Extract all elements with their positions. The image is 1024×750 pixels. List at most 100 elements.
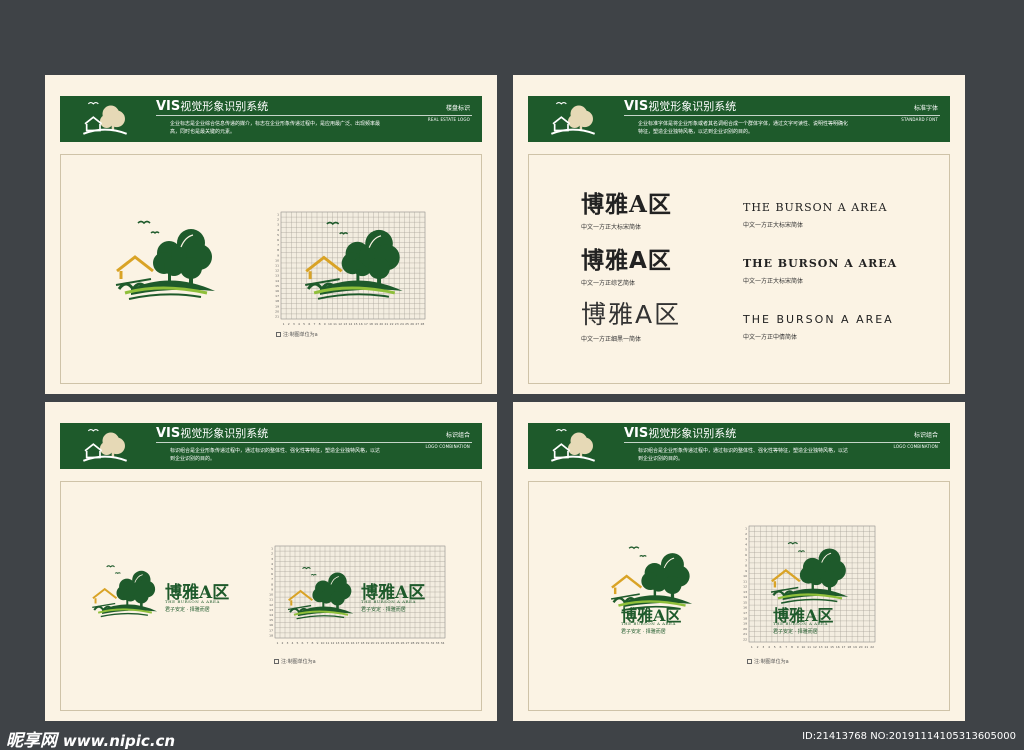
- svg-text:8: 8: [745, 564, 747, 568]
- svg-text:6: 6: [780, 645, 782, 649]
- svg-text:11: 11: [326, 641, 330, 645]
- section-description: 标识组合是企业形象传递过程中，通过标识的整体性、强化性等特征，塑造企业独特风格，…: [638, 448, 849, 462]
- combo-slogan: 君子安定 · 择雅而居: [621, 629, 666, 635]
- svg-text:5: 5: [297, 641, 299, 645]
- svg-text:20: 20: [743, 627, 747, 631]
- header-rule: [156, 442, 472, 443]
- svg-text:22: 22: [743, 637, 747, 641]
- svg-text:15: 15: [275, 284, 279, 288]
- combo-en: THE BURSON A AREA: [165, 599, 220, 604]
- vis-title: VIS视觉形象识别系统: [156, 426, 269, 441]
- svg-text:16: 16: [743, 606, 747, 610]
- svg-text:7: 7: [785, 645, 787, 649]
- svg-text:14: 14: [341, 641, 345, 645]
- svg-text:18: 18: [369, 322, 373, 326]
- svg-text:3: 3: [745, 537, 747, 541]
- svg-text:20: 20: [379, 322, 383, 326]
- svg-text:28: 28: [421, 322, 425, 326]
- svg-text:10: 10: [275, 258, 279, 262]
- svg-text:4: 4: [271, 562, 273, 566]
- svg-text:8: 8: [312, 641, 314, 645]
- svg-text:5: 5: [745, 548, 747, 552]
- house-tree-logo-icon: [111, 213, 221, 313]
- svg-text:11: 11: [743, 579, 747, 583]
- svg-text:5: 5: [277, 233, 279, 237]
- vis-title: VIS视觉形象识别系统: [624, 99, 737, 114]
- house-tree-logo-icon: [548, 98, 598, 138]
- svg-text:3: 3: [287, 641, 289, 645]
- svg-text:10: 10: [321, 641, 325, 645]
- combo-en: THE BURSON A AREA: [621, 621, 676, 626]
- svg-text:13: 13: [819, 645, 823, 649]
- svg-text:13: 13: [743, 590, 747, 594]
- house-tree-logo-icon: [80, 98, 130, 138]
- svg-text:33: 33: [436, 641, 440, 645]
- svg-text:21: 21: [376, 641, 380, 645]
- svg-text:26: 26: [401, 641, 405, 645]
- content-frame: 博雅A区 THE BURSON A AREA 君子安定 · 择雅而居 12345…: [60, 481, 482, 711]
- svg-text:16: 16: [351, 641, 355, 645]
- svg-text:12: 12: [338, 322, 342, 326]
- font-sample-1: 博雅A区 中文一方正大标宋简体: [581, 191, 672, 231]
- svg-text:17: 17: [743, 611, 747, 615]
- svg-text:15: 15: [269, 618, 273, 622]
- svg-text:19: 19: [743, 622, 747, 626]
- svg-text:13: 13: [336, 641, 340, 645]
- svg-text:2: 2: [282, 641, 284, 645]
- svg-text:25: 25: [396, 641, 400, 645]
- svg-text:19: 19: [853, 645, 857, 649]
- svg-text:14: 14: [275, 279, 279, 283]
- svg-text:30: 30: [421, 641, 425, 645]
- board-logo-combination-horizontal: VIS视觉形象识别系统 标识组合 LOGO COMBINATION 标识组合是企…: [45, 402, 497, 721]
- board-header: VIS视觉形象识别系统 楼盘标识 REAL ESTATE LOGO 企业标志是企…: [60, 96, 482, 142]
- svg-text:31: 31: [426, 641, 430, 645]
- content-frame: 博雅A区 THE BURSON A AREA 君子安定 · 择雅而居 12345…: [528, 481, 950, 711]
- svg-text:9: 9: [797, 645, 799, 649]
- header-rule: [156, 115, 472, 116]
- font-sample-en-3: THE BURSON A AREA: [743, 313, 894, 326]
- board-header: VIS视觉形象识别系统 标识组合 LOGO COMBINATION 标识组合是企…: [528, 423, 950, 469]
- combo-en: THE BURSON A AREA: [773, 621, 828, 626]
- section-title: 楼盘标识: [445, 105, 470, 112]
- svg-text:10: 10: [328, 322, 332, 326]
- section-description: 标识组合是企业形象传递过程中，通过标识的整体性、强化性等特征，塑造企业独特风格，…: [170, 448, 381, 462]
- font-sample-2: 博雅A区 中文一方正综艺简体: [581, 248, 672, 287]
- svg-text:9: 9: [277, 253, 279, 257]
- svg-text:12: 12: [269, 603, 273, 607]
- svg-text:17: 17: [275, 294, 279, 298]
- svg-text:4: 4: [745, 542, 747, 546]
- svg-text:15: 15: [346, 641, 350, 645]
- logo-grid: 1 2 3 4 5 6 7 8 9 10 11 12 13 14 15 16 17 18 19 20 21 22 23 24 2…: [275, 211, 426, 326]
- svg-text:5: 5: [271, 567, 273, 571]
- svg-text:6: 6: [745, 553, 747, 557]
- svg-text:20: 20: [275, 309, 279, 313]
- svg-text:4: 4: [768, 645, 770, 649]
- svg-text:18: 18: [847, 645, 851, 649]
- svg-text:13: 13: [269, 608, 273, 612]
- svg-text:21: 21: [864, 645, 868, 649]
- svg-text:29: 29: [416, 641, 420, 645]
- vis-title: VIS视觉形象识别系统: [624, 426, 737, 441]
- svg-text:15: 15: [743, 600, 747, 604]
- section-subtitle: LOGO COMBINATION: [893, 444, 938, 449]
- svg-text:32: 32: [431, 641, 435, 645]
- svg-text:4: 4: [298, 322, 300, 326]
- svg-text:18: 18: [361, 641, 365, 645]
- svg-text:14: 14: [743, 595, 747, 599]
- content-frame: 博雅A区 中文一方正大标宋简体 THE BURSON A AREA 中文一方正大…: [528, 154, 950, 384]
- font-sample-3: 博雅A区 中文一方正细黑一简体: [581, 300, 682, 343]
- svg-text:14: 14: [824, 645, 828, 649]
- svg-text:23: 23: [395, 322, 399, 326]
- svg-text:1: 1: [751, 645, 753, 649]
- svg-text:7: 7: [277, 243, 279, 247]
- board-standard-font: VIS视觉形象识别系统 标准字体 STANDARD FONT 企业标准字体是将企…: [513, 75, 965, 394]
- svg-text:17: 17: [842, 645, 846, 649]
- svg-text:25: 25: [405, 322, 409, 326]
- font-sample-en-1: THE BURSON A AREA: [743, 201, 888, 214]
- svg-text:3: 3: [271, 557, 273, 561]
- svg-text:10: 10: [269, 593, 273, 597]
- header-rule: [624, 115, 940, 116]
- board-real-estate-logo: VIS视觉形象识别系统 楼盘标识 REAL ESTATE LOGO 企业标志是企…: [45, 75, 497, 394]
- house-tree-logo-icon: [548, 425, 598, 465]
- svg-text:11: 11: [275, 264, 279, 268]
